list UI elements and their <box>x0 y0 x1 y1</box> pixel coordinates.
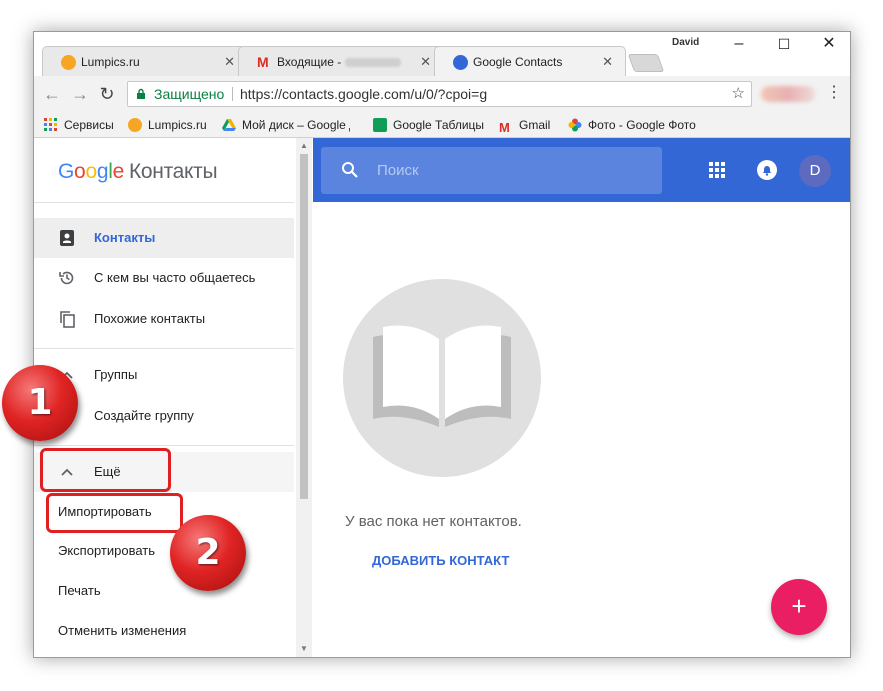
add-contact-link[interactable]: ДОБАВИТЬ КОНТАКТ <box>372 553 509 568</box>
sidebar-item-print[interactable]: Печать <box>58 583 101 598</box>
reload-icon[interactable]: ↻ <box>95 84 119 104</box>
empty-state-illustration <box>343 279 541 477</box>
apps-grid-icon <box>44 118 57 131</box>
step-badge-1: 1 <box>2 365 78 441</box>
avatar[interactable]: D <box>799 155 831 187</box>
close-tab-icon[interactable]: ✕ <box>224 47 235 76</box>
maximize-icon[interactable]: ☐ <box>761 34 807 56</box>
browser-window: Lumpics.ru ✕ M Входящие - ✕ Google Conta… <box>33 31 851 658</box>
copy-icon <box>60 311 75 328</box>
scroll-up-icon[interactable]: ▲ <box>300 141 308 150</box>
orange-favicon-icon <box>128 118 142 132</box>
photos-icon <box>568 118 582 132</box>
open-book-icon <box>373 325 511 427</box>
contacts-book-icon <box>60 230 74 246</box>
sidebar-item-duplicates[interactable]: Похожие контакты <box>34 299 294 339</box>
google-contacts-logo[interactable]: Google Контакты <box>58 160 218 184</box>
gmail-icon: M <box>499 120 510 135</box>
browser-menu-icon[interactable]: ⋮ <box>826 82 842 104</box>
highlight-import <box>46 493 183 533</box>
close-tab-icon[interactable]: ✕ <box>420 47 431 76</box>
empty-state-text: У вас пока нет контактов. <box>345 513 522 530</box>
drive-icon <box>222 119 236 131</box>
bookmark-drive[interactable]: Мой диск – Google Д <box>222 117 350 133</box>
forward-arrow-icon[interactable]: → <box>68 84 92 104</box>
sidebar-item-frequent[interactable]: С кем вы часто общаетесь <box>34 258 294 298</box>
lock-icon <box>137 88 145 99</box>
search-icon <box>342 162 358 178</box>
sidebar-item-undo-changes[interactable]: Отменить изменения <box>58 623 186 638</box>
bookmark-star-icon[interactable]: ☆ <box>732 82 745 106</box>
bookmark-photos[interactable]: Фото - Google Фото <box>568 117 696 133</box>
sidebar-item-contacts[interactable]: Контакты <box>34 218 294 258</box>
tab-strip: Lumpics.ru ✕ M Входящие - ✕ Google Conta… <box>34 32 850 76</box>
sidebar-scrollbar[interactable]: ▲ ▼ <box>296 138 312 657</box>
new-tab-button[interactable] <box>627 54 665 72</box>
bookmarks-bar: Сервисы Lumpics.ru Мой диск – Google Д G… <box>34 112 850 138</box>
close-window-icon[interactable]: ✕ <box>806 34 850 56</box>
orange-favicon-icon <box>61 55 76 70</box>
secure-label: Защищено <box>154 86 225 102</box>
tab-title: Lumpics.ru <box>81 55 140 69</box>
address-bar[interactable]: Защищено https://contacts.google.com/u/0… <box>127 81 752 107</box>
back-arrow-icon[interactable]: ← <box>40 84 64 104</box>
step-badge-2: 2 <box>170 515 246 591</box>
sidebar-item-export[interactable]: Экспортировать <box>58 543 155 558</box>
url-text[interactable]: https://contacts.google.com/u/0/?cpoi=g <box>240 82 487 106</box>
blurred-email <box>345 58 402 68</box>
gmail-icon: M <box>257 54 269 70</box>
extension-icons[interactable] <box>761 86 815 102</box>
tab-title: Google Contacts <box>473 55 563 69</box>
close-tab-icon[interactable]: ✕ <box>602 47 613 76</box>
scroll-down-icon[interactable]: ▼ <box>300 644 308 653</box>
browser-toolbar: ← → ↻ Защищено https://contacts.google.c… <box>34 76 850 112</box>
create-contact-fab[interactable]: + <box>771 579 827 635</box>
tab-lumpics[interactable]: Lumpics.ru ✕ <box>42 46 248 76</box>
tab-gmail[interactable]: M Входящие - ✕ <box>238 46 444 76</box>
bookmark-lumpics[interactable]: Lumpics.ru <box>128 117 207 133</box>
contacts-favicon-icon <box>453 55 468 70</box>
search-placeholder: Поиск <box>377 162 419 179</box>
bookmark-services[interactable]: Сервисы <box>44 117 114 133</box>
history-icon <box>59 271 74 285</box>
product-name: Контакты <box>128 160 218 183</box>
scrollbar-thumb[interactable] <box>300 154 308 499</box>
tab-title: Входящие - <box>277 55 342 69</box>
highlight-more <box>40 448 171 492</box>
search-input[interactable]: Поиск <box>321 147 662 194</box>
tab-google-contacts[interactable]: Google Contacts ✕ <box>434 46 626 76</box>
app-header: Поиск D <box>313 138 850 202</box>
notifications-bell-icon[interactable] <box>757 160 777 180</box>
sheets-icon <box>373 118 387 132</box>
profile-name[interactable]: David <box>672 37 699 48</box>
google-wordmark: Google <box>58 160 124 183</box>
minimize-icon[interactable]: – <box>716 34 762 56</box>
apps-grid-icon[interactable] <box>709 162 725 178</box>
bookmark-sheets[interactable]: Google Таблицы <box>373 117 484 133</box>
bookmark-gmail[interactable]: M Gmail <box>499 117 550 135</box>
